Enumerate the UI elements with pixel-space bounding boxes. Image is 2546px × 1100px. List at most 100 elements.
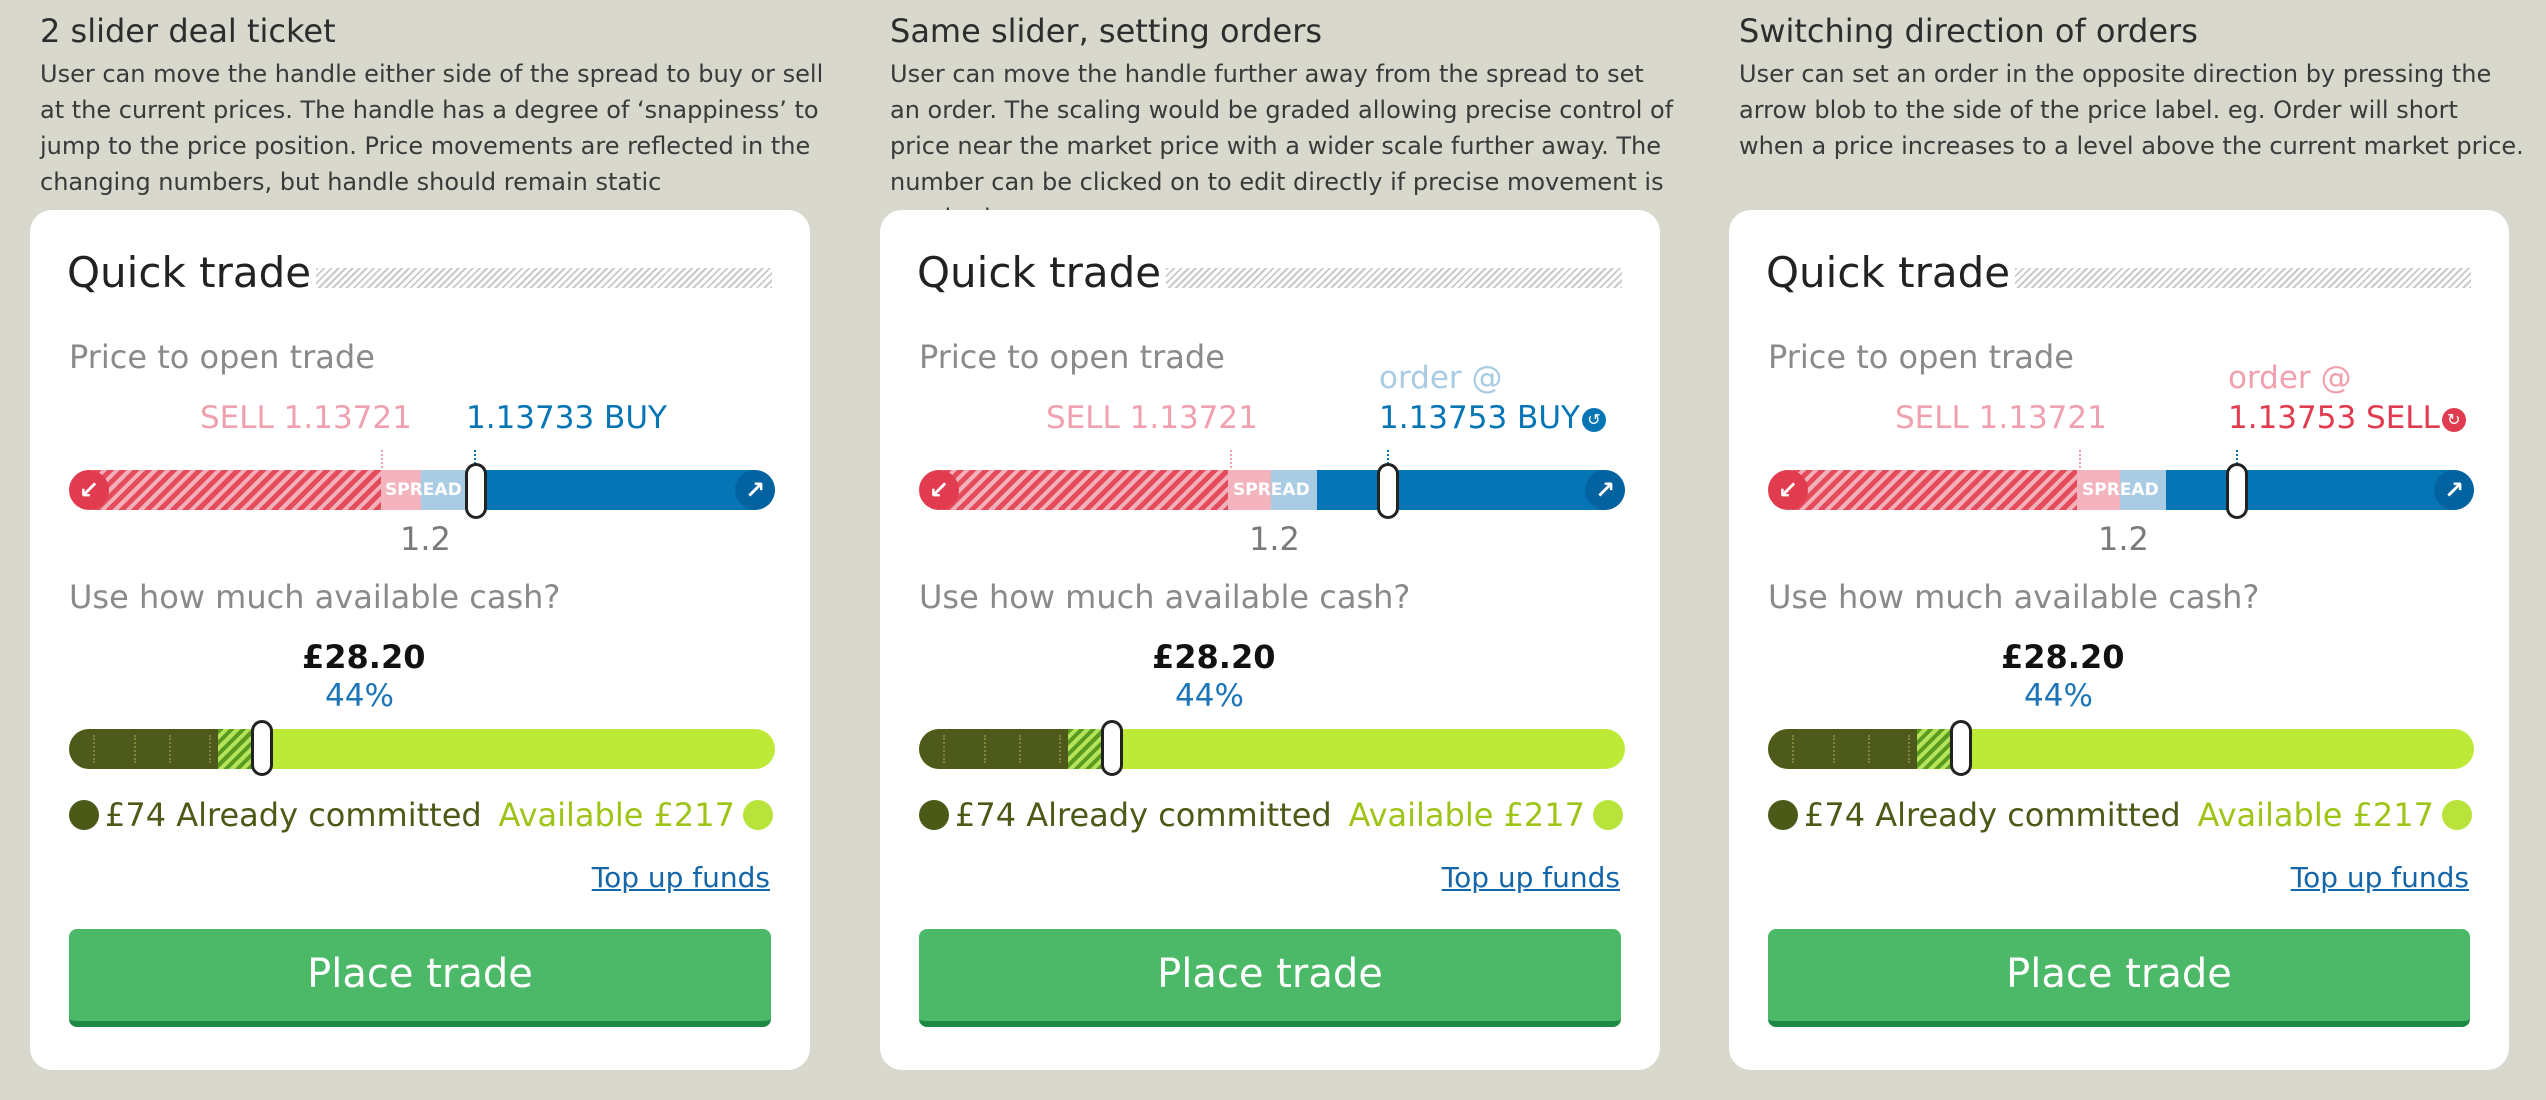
top-up-funds-link[interactable]: Top up funds [1442, 861, 1620, 894]
sell-price-label[interactable]: SELL 1.13721 [1895, 400, 2107, 436]
heading-hatch-divider [316, 268, 772, 288]
quick-trade-card: Quick trade Price to open trade SELL 1.1… [1729, 210, 2509, 1070]
cash-slider-handle[interactable] [251, 720, 273, 776]
cash-amount[interactable]: £28.20 [302, 638, 425, 676]
tick-mark [93, 735, 95, 763]
buy-price-text: 1.13733 BUY [466, 400, 667, 436]
buy-zone[interactable] [1317, 470, 1625, 510]
arrow-down-left-icon[interactable]: ↙ [1768, 470, 1808, 510]
tick-mark [1059, 735, 1061, 763]
tick-mark [1833, 735, 1835, 763]
panel-description: User can move the handle further away fr… [890, 60, 1674, 232]
top-up-funds-link[interactable]: Top up funds [592, 861, 770, 894]
place-trade-button[interactable]: Place trade [1768, 929, 2470, 1027]
price-to-open-label: Price to open trade [919, 338, 1225, 376]
order-price-text: 1.13753 BUY [1379, 400, 1580, 436]
sell-pointer-line [2079, 450, 2081, 472]
cash-amount[interactable]: £28.20 [2001, 638, 2124, 676]
cash-slider-handle[interactable] [1101, 720, 1123, 776]
sell-zone[interactable] [69, 470, 381, 510]
available-legend: Available £217 [1349, 796, 1623, 834]
spread-value: 1.2 [2098, 520, 2149, 558]
committed-zone [919, 729, 1097, 769]
tick-mark [169, 735, 171, 763]
available-cash-label: Use how much available cash? [69, 578, 561, 616]
switch-direction-icon[interactable]: ↺ [1581, 408, 1606, 432]
tick-mark [134, 735, 136, 763]
order-price-label[interactable]: 1.13753 SELL ↻ [2228, 400, 2466, 436]
tick-mark [984, 735, 986, 763]
tick-mark [1908, 735, 1910, 763]
order-at-label: order @ [2228, 360, 2352, 396]
price-slider-handle[interactable] [465, 463, 487, 519]
buy-zone[interactable] [2166, 470, 2474, 510]
heading-hatch-divider [2015, 268, 2471, 288]
quick-trade-heading: Quick trade [67, 248, 312, 297]
top-up-funds-link[interactable]: Top up funds [2291, 861, 2469, 894]
place-trade-button[interactable]: Place trade [69, 929, 771, 1027]
spread-label: SPREAD [1233, 480, 1310, 500]
quick-trade-heading: Quick trade [917, 248, 1162, 297]
panel-slider-deal-ticket: 2 slider deal ticket User can move the h… [30, 0, 823, 1100]
cash-percent: 44% [2024, 678, 2093, 714]
sell-zone[interactable] [1768, 470, 2077, 510]
panel-title: Same slider, setting orders [890, 12, 1323, 50]
sell-pointer-line [381, 450, 383, 472]
arrow-up-right-icon[interactable]: ↗ [1585, 470, 1625, 510]
committed-zone [1768, 729, 1946, 769]
panel-description: User can move the handle either side of … [40, 60, 824, 196]
price-slider-track[interactable]: SPREAD ↙ ↗ [69, 470, 775, 510]
order-price-text: 1.13753 SELL [2228, 400, 2440, 436]
spread-label: SPREAD [2082, 480, 2159, 500]
arrow-down-left-icon[interactable]: ↙ [69, 470, 109, 510]
committed-dot [919, 800, 949, 830]
place-trade-button[interactable]: Place trade [919, 929, 1621, 1027]
price-slider-handle[interactable] [1377, 463, 1399, 519]
cash-percent: 44% [1175, 678, 1244, 714]
arrow-up-right-icon[interactable]: ↗ [735, 470, 775, 510]
sell-zone[interactable] [919, 470, 1228, 510]
available-cash-label: Use how much available cash? [1768, 578, 2260, 616]
available-dot [2442, 800, 2472, 830]
order-at-label: order @ [1379, 360, 1503, 396]
price-to-open-label: Price to open trade [1768, 338, 2074, 376]
order-price-label[interactable]: 1.13753 BUY ↺ [1379, 400, 1606, 436]
cash-slider-track[interactable] [919, 729, 1625, 769]
panel-title: Switching direction of orders [1739, 12, 2198, 50]
committed-legend: £74 Already committed [919, 796, 1332, 834]
arrow-up-right-icon[interactable]: ↗ [2434, 470, 2474, 510]
committed-legend: £74 Already committed [69, 796, 482, 834]
price-slider-track[interactable]: SPREAD ↙ ↗ [919, 470, 1625, 510]
cash-slider-track[interactable] [69, 729, 775, 769]
available-legend: Available £217 [499, 796, 773, 834]
tick-mark [209, 735, 211, 763]
spread-value: 1.2 [1249, 520, 1300, 558]
switch-direction-icon[interactable]: ↻ [2441, 408, 2466, 432]
cash-percent: 44% [325, 678, 394, 714]
available-cash-label: Use how much available cash? [919, 578, 1411, 616]
available-text: Available £217 [498, 796, 735, 834]
committed-dot [1768, 800, 1798, 830]
spread-value: 1.2 [400, 520, 451, 558]
spread-label: SPREAD [385, 480, 462, 500]
buy-price-label[interactable]: 1.13733 BUY [466, 400, 667, 436]
tick-mark [1792, 735, 1794, 763]
committed-dot [69, 800, 99, 830]
sell-price-label[interactable]: SELL 1.13721 [1046, 400, 1258, 436]
buy-zone[interactable] [469, 470, 775, 510]
price-slider-track[interactable]: SPREAD ↙ ↗ [1768, 470, 2474, 510]
sell-price-label[interactable]: SELL 1.13721 [200, 400, 412, 436]
cash-slider-track[interactable] [1768, 729, 2474, 769]
available-text: Available £217 [2197, 796, 2434, 834]
cash-slider-handle[interactable] [1950, 720, 1972, 776]
committed-text: £74 Already committed [955, 796, 1332, 834]
cash-amount[interactable]: £28.20 [1152, 638, 1275, 676]
arrow-down-left-icon[interactable]: ↙ [919, 470, 959, 510]
price-slider-handle[interactable] [2226, 463, 2248, 519]
panel-title: 2 slider deal ticket [40, 12, 336, 50]
quick-trade-card: Quick trade Price to open trade SELL 1.1… [880, 210, 1660, 1070]
heading-hatch-divider [1166, 268, 1622, 288]
available-dot [743, 800, 773, 830]
committed-text: £74 Already committed [105, 796, 482, 834]
available-text: Available £217 [1348, 796, 1585, 834]
